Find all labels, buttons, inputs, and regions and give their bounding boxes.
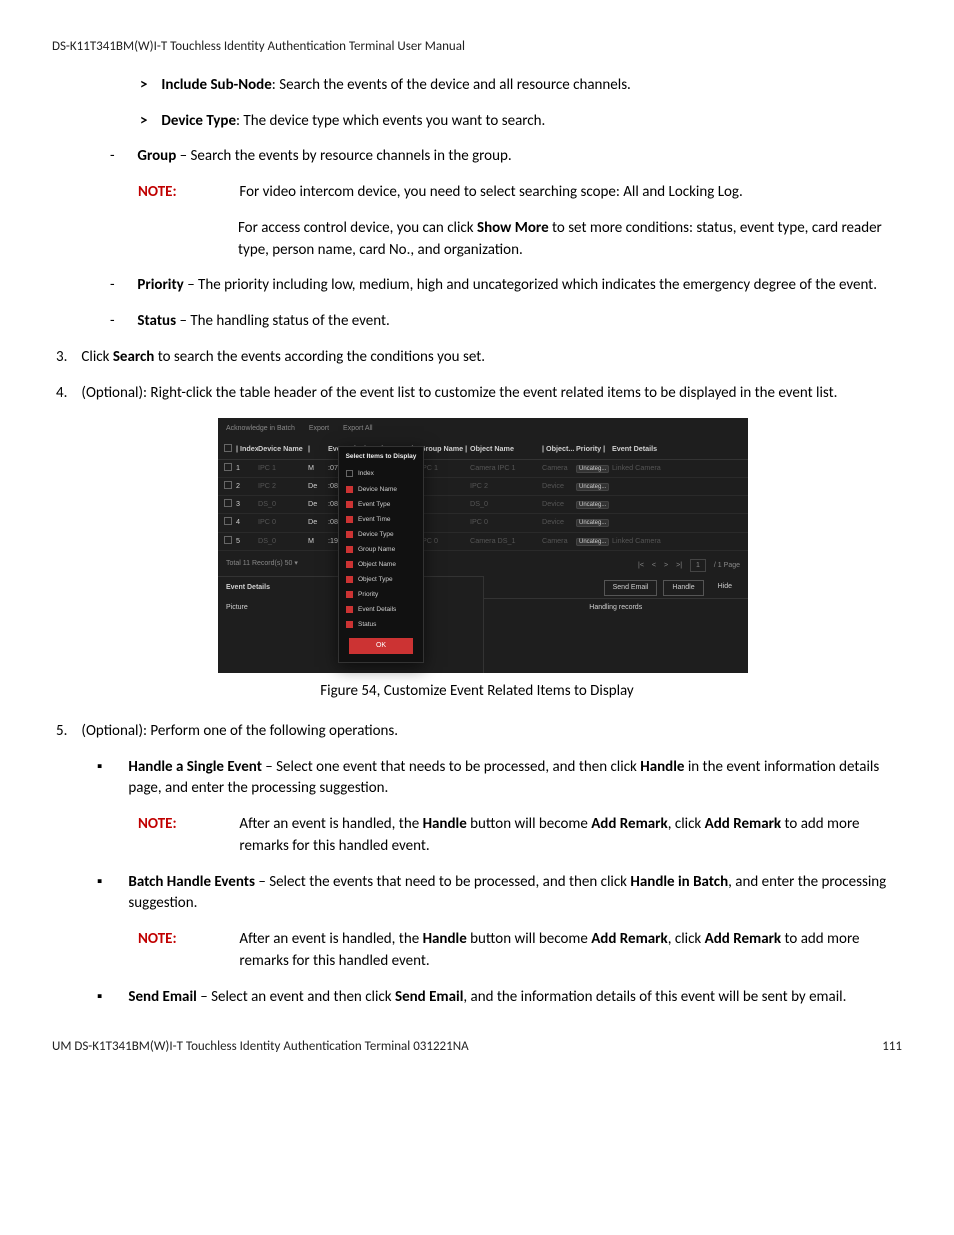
note-label: NOTE: (138, 182, 196, 204)
send-email-button[interactable]: Send Email (604, 580, 658, 596)
table-header[interactable]: | Index | Device Name | Event Type Event… (218, 440, 748, 460)
checkbox-icon[interactable] (346, 486, 353, 493)
column-toggle-item[interactable]: Index (339, 466, 423, 481)
page-input[interactable]: 1 (690, 559, 706, 573)
chevron-icon: > (140, 75, 158, 97)
group-text: – Search the events by resource channels… (176, 147, 511, 165)
table-row[interactable]: 5DS_0M:19:19Encoding D...IPC 0Camera DS_… (218, 533, 748, 551)
checkbox-icon[interactable] (346, 546, 353, 553)
note1-line1: For video intercom device, you need to s… (239, 182, 893, 204)
bullet2-note: NOTE: After an event is handled, the Han… (138, 929, 902, 973)
dash-icon: - (110, 311, 134, 333)
bullet-icon: ▪ (97, 987, 125, 1009)
page-footer: UM DS-K1T341BM(W)I-T Touchless Identity … (52, 1038, 902, 1057)
column-toggle-item[interactable]: Object Name (339, 557, 423, 572)
column-toggle-item[interactable]: Event Type (339, 497, 423, 512)
figure-54: Acknowledge in Batch Export Export All |… (218, 418, 902, 673)
chevron-icon: > (140, 111, 158, 133)
note-block-1: NOTE: For video intercom device, you nee… (138, 182, 902, 204)
dash-icon: - (110, 275, 134, 297)
bullet-icon: ▪ (97, 757, 125, 779)
row-checkbox[interactable] (224, 481, 232, 489)
column-toggle-item[interactable]: Event Details (339, 602, 423, 617)
checkbox-icon[interactable] (346, 516, 353, 523)
column-toggle-item[interactable]: Priority (339, 587, 423, 602)
status-label: Status (137, 312, 176, 330)
checkbox-icon[interactable] (346, 576, 353, 583)
bullet-handle-single: ▪ Handle a Single Event – Select one eve… (97, 757, 902, 801)
sub-node-item: > Include Sub-Node: Search the events of… (140, 75, 902, 97)
show-more-label: Show More (477, 219, 549, 237)
checkbox-icon[interactable] (346, 591, 353, 598)
row-checkbox[interactable] (224, 517, 232, 525)
column-toggle-item[interactable]: Event Time (339, 512, 423, 527)
table-row[interactable]: 1IPC 1M:07:52Encoding D...IPC 1Camera IP… (218, 460, 748, 478)
column-toggle-item[interactable]: Device Name (339, 482, 423, 497)
note1-line2: For access control device, you can click… (238, 218, 888, 262)
table-row[interactable]: 2IPC 2De:08:35Encoding D...IPC 2DeviceUn… (218, 478, 748, 496)
include-subnode-label: Include Sub-Node (161, 76, 271, 94)
checkbox-icon[interactable] (346, 621, 353, 628)
status-item: - Status – The handling status of the ev… (110, 311, 902, 333)
checkbox-icon[interactable] (346, 561, 353, 568)
search-label: Search (113, 348, 155, 366)
checkbox-icon[interactable] (346, 606, 353, 613)
shot-toolbar: Acknowledge in Batch Export Export All (218, 418, 748, 440)
footer-left: UM DS-K1T341BM(W)I-T Touchless Identity … (52, 1038, 469, 1057)
pager-last-icon[interactable]: >| (676, 561, 682, 571)
pager-prev-icon[interactable]: < (652, 561, 656, 571)
device-type-label: Device Type (161, 112, 236, 130)
bullet-send-email: ▪ Send Email – Select an event and then … (97, 987, 902, 1009)
include-subnode-text: : Search the events of the device and al… (272, 76, 631, 94)
ack-batch-button[interactable]: Acknowledge in Batch (226, 425, 295, 432)
bullet1-note: NOTE: After an event is handled, the Han… (138, 814, 902, 858)
page-header: DS-K11T341BM(W)I-T Touchless Identity Au… (52, 38, 902, 57)
step-3: 3. Click Search to search the events acc… (52, 347, 902, 369)
checkbox-icon[interactable] (346, 470, 353, 477)
column-toggle-item[interactable]: Object Type (339, 572, 423, 587)
row-checkbox[interactable] (224, 463, 232, 471)
checkbox-all[interactable] (224, 444, 232, 452)
checkbox-icon[interactable] (346, 531, 353, 538)
column-toggle-item[interactable]: Device Type (339, 527, 423, 542)
priority-item: - Priority – The priority including low,… (110, 275, 902, 297)
footer-pagenum: 111 (882, 1038, 902, 1057)
pager-next-icon[interactable]: > (664, 561, 668, 571)
device-type-text: : The device type which events you want … (236, 112, 545, 130)
step-4: 4. (Optional): Right-click the table hea… (52, 383, 902, 405)
column-toggle-item[interactable]: Status (339, 617, 423, 632)
step-5: 5. (Optional): Perform one of the follow… (52, 721, 902, 743)
export-all-button[interactable]: Export All (343, 425, 373, 432)
table-row[interactable]: 3DS_0De:08:35Encoding D...DS_0DeviceUnca… (218, 496, 748, 514)
row-checkbox[interactable] (224, 499, 232, 507)
table-row[interactable]: 4IPC 0De:08:53Encoding D...IPC 0DeviceUn… (218, 514, 748, 532)
handle-button[interactable]: Handle (663, 580, 703, 596)
pager-first-icon[interactable]: |< (638, 561, 644, 571)
priority-text: – The priority including low, medium, hi… (184, 276, 877, 294)
column-selector-dropdown[interactable]: Select Items to Display IndexDevice Name… (338, 446, 424, 663)
row-checkbox[interactable] (224, 536, 232, 544)
group-item: - Group – Search the events by resource … (110, 146, 902, 168)
hide-button[interactable]: Hide (710, 580, 740, 596)
checkbox-icon[interactable] (346, 501, 353, 508)
priority-label: Priority (137, 276, 183, 294)
dash-icon: - (110, 146, 134, 168)
handling-records: Handling records (484, 598, 749, 641)
export-button[interactable]: Export (309, 425, 329, 432)
status-text: – The handling status of the event. (176, 312, 390, 330)
column-toggle-item[interactable]: Group Name (339, 542, 423, 557)
ok-button[interactable]: OK (349, 638, 413, 654)
bullet-icon: ▪ (97, 872, 125, 894)
bullet-batch-handle: ▪ Batch Handle Events – Select the event… (97, 872, 902, 916)
device-type-item: > Device Type: The device type which eve… (140, 111, 902, 133)
group-label: Group (137, 147, 176, 165)
figure-caption: Figure 54, Customize Event Related Items… (52, 681, 902, 703)
